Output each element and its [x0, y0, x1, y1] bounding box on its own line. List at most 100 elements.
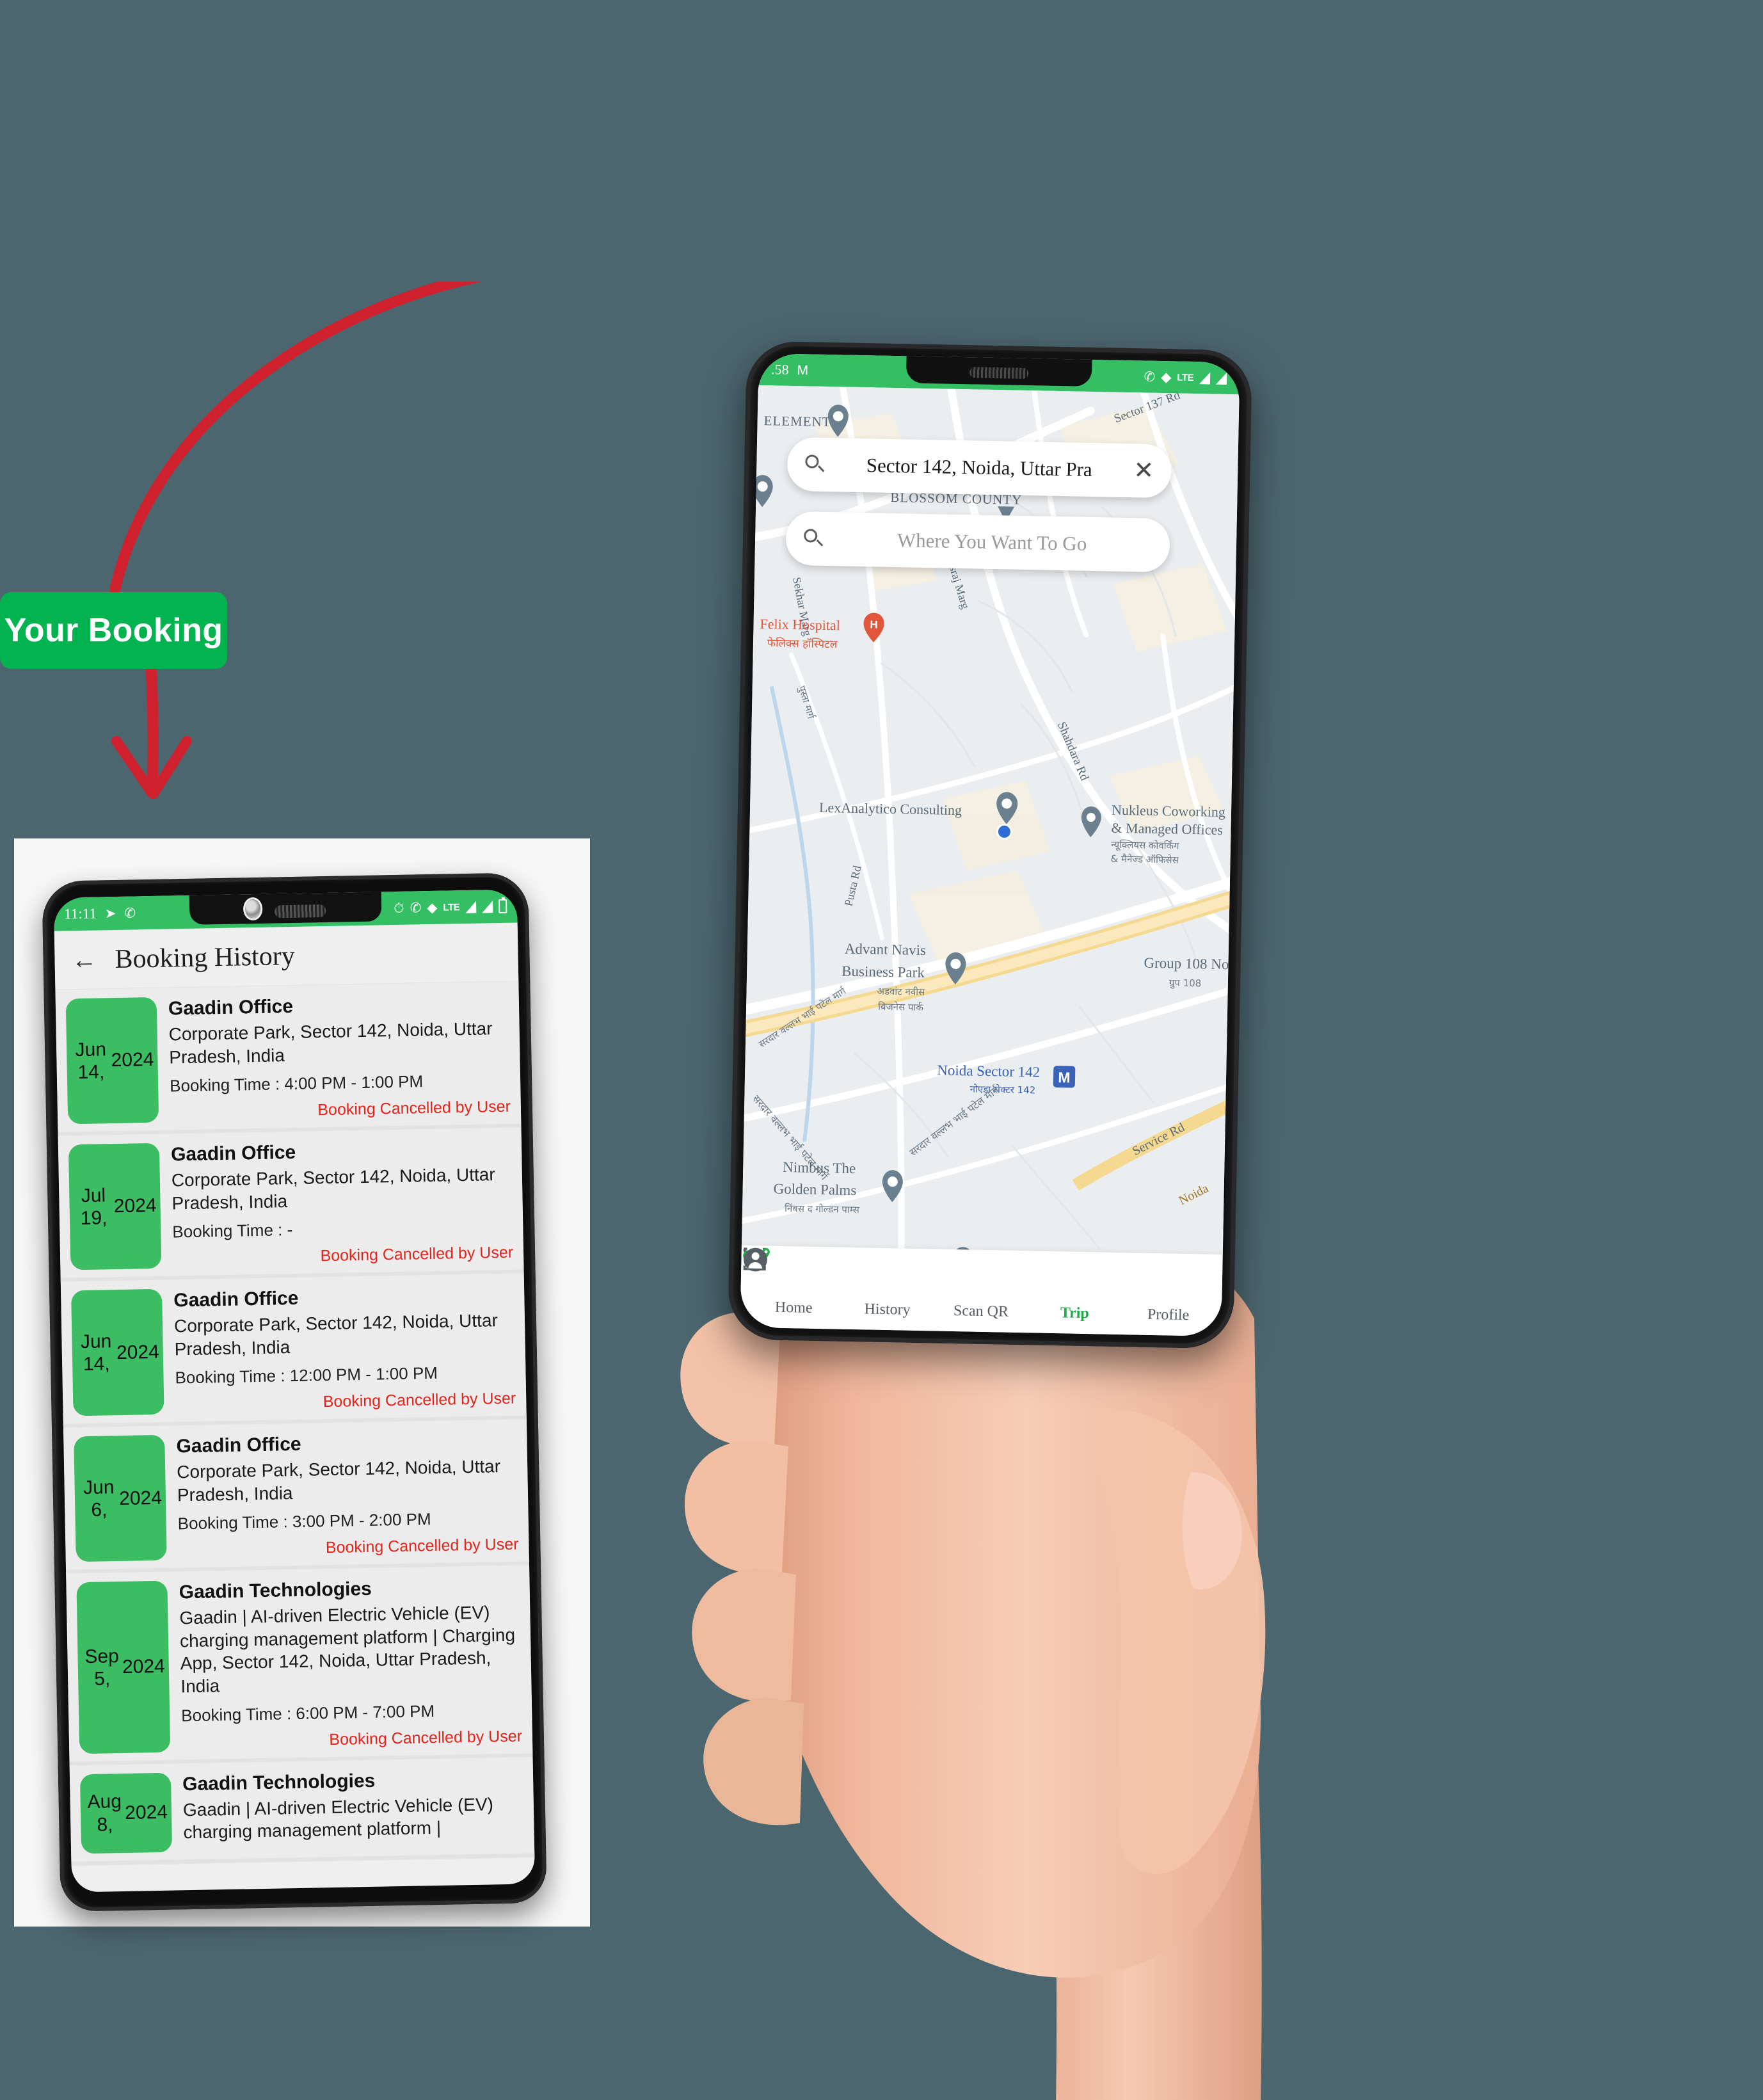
booking-details: Gaadin Technologies Gaadin | AI-driven El… — [182, 1766, 524, 1852]
booking-date: Jun 14, 2024 — [71, 1288, 164, 1416]
route-pin-icon — [743, 1248, 1076, 1301]
booking-date: Jul 19, 2024 — [68, 1142, 162, 1270]
origin-search-input[interactable]: Sector 142, Noida, Uttar Pra — [832, 453, 1127, 482]
svg-text:न्यूक्लियस कोवर्किंग: न्यूक्लियस कोवर्किंग — [1111, 839, 1179, 853]
qr-code-icon — [743, 1247, 982, 1299]
status-badge: Booking Cancelled by User — [320, 1243, 514, 1265]
booking-date: Aug 8, 2024 — [79, 1772, 173, 1854]
booking-card[interactable]: Sep 5, 2024 Gaadin Technologies Gaadin | AI… — [66, 1565, 533, 1766]
signal-bars-icon — [465, 901, 477, 913]
booking-date: Jun 6, 2024 — [74, 1435, 167, 1562]
page-title: Booking History — [115, 941, 296, 974]
svg-text:फेलिक्स हॉस्पिटल: फेलिक्स हॉस्पिटल — [767, 636, 838, 651]
booking-details: Gaadin Office Corporate Park, Sector 142,… — [173, 1283, 516, 1415]
home-icon — [744, 1249, 795, 1295]
clear-icon[interactable]: ✕ — [1133, 457, 1155, 485]
booking-card[interactable]: Jun 6, 2024 Gaadin Office Corporate Park, S… — [63, 1419, 530, 1574]
nav-item-scan-qr[interactable]: Scan QR — [743, 1247, 1025, 1322]
booking-time: Booking Time : - — [172, 1220, 293, 1242]
status-badge: Booking Cancelled by User — [329, 1727, 523, 1749]
destination-search-box[interactable]: Where You Want To Go — [785, 511, 1170, 573]
signal-bars-2-icon — [1215, 372, 1227, 385]
booking-card[interactable]: Aug 8, 2024 Gaadin Technologies Gaadin | AI… — [69, 1756, 535, 1866]
nav-label: Scan QR — [953, 1302, 1009, 1320]
booking-details: Gaadin Office Corporate Park, Sector 142,… — [168, 991, 511, 1123]
svg-text:Felix Hospital: Felix Hospital — [760, 616, 840, 633]
status-badge: Booking Cancelled by User — [325, 1535, 519, 1557]
booking-address: Gaadin | AI-driven Electric Vehicle (EV)… — [179, 1602, 516, 1697]
vibrate-icon: ◆ — [427, 900, 438, 915]
svg-text:Group 108 Noida: Group 108 Noida — [1144, 955, 1239, 973]
call-icon: ✆ — [1144, 369, 1156, 385]
booking-time: Booking Time : 12:00 PM - 1:00 PM — [175, 1363, 438, 1388]
map-canvas[interactable]: ELEMENT Sector 137 Rd BLOSSOM COUNTY Sek… — [740, 385, 1240, 1337]
booking-time: Booking Time : 6:00 PM - 7:00 PM — [180, 1701, 435, 1725]
booking-venue-name: Gaadin Office — [168, 995, 294, 1020]
booking-details: Gaadin Office Corporate Park, Sector 142,… — [171, 1137, 514, 1269]
call-icon: ✆ — [410, 900, 422, 916]
call-muted-icon: ✆ — [124, 905, 136, 921]
svg-text:ग्रुप 108: ग्रुप 108 — [1169, 977, 1202, 990]
status-badge: Booking Cancelled by User — [317, 1097, 511, 1119]
svg-text:बिजनेस पार्क: बिजनेस पार्क — [878, 1001, 924, 1013]
booking-card[interactable]: Jun 14, 2024 Gaadin Office Corporate Park, … — [60, 1273, 527, 1428]
booking-card[interactable]: Jul 19, 2024 Gaadin Office Corporate Park, … — [58, 1127, 524, 1282]
booking-date: Jun 14, 2024 — [65, 997, 159, 1125]
svg-text:ELEMENT: ELEMENT — [763, 413, 831, 429]
nav-item-profile[interactable]: Profile — [744, 1247, 1212, 1325]
nav-label: History — [864, 1301, 911, 1319]
back-button[interactable]: ← — [71, 945, 97, 974]
vibrate-icon: ◆ — [1160, 369, 1172, 385]
destination-search-input[interactable]: Where You Want To Go — [831, 527, 1154, 557]
booking-address: Gaadin | AI-driven Electric Vehicle (EV)… — [182, 1793, 494, 1843]
svg-text:& मैनेज्ड ऑफिसेस: & मैनेज्ड ऑफिसेस — [1110, 853, 1179, 866]
booking-address: Corporate Park, Sector 142, Noida, Uttar… — [176, 1456, 501, 1505]
earpiece-speaker — [969, 367, 1029, 380]
svg-text:M: M — [1058, 1069, 1071, 1086]
map-trip-screen: .58 M ✆ ◆ LTE ELEMENT Sector 137 Rd BLOS… — [740, 353, 1240, 1337]
app-bar: ← Booking History — [54, 922, 519, 990]
booking-venue-name: Gaadin Office — [176, 1434, 301, 1457]
booking-card[interactable]: Jun 14, 2024 Gaadin Office Corporate Park, … — [55, 981, 522, 1136]
booking-list[interactable]: Jun 14, 2024 Gaadin Office Corporate Park, … — [55, 981, 535, 1866]
nav-label: Home — [774, 1299, 813, 1317]
bottom-navigation-bar[interactable]: Home History Scan QR Trip Profile — [740, 1245, 1223, 1337]
nav-label: Profile — [1147, 1306, 1190, 1324]
signal-bars-icon — [1199, 371, 1211, 384]
nav-item-history[interactable]: History — [743, 1247, 931, 1320]
callout-label: Your Booking — [4, 612, 223, 649]
right-phone-device: .58 M ✆ ◆ LTE ELEMENT Sector 137 Rd BLOS… — [728, 341, 1252, 1349]
svg-text:Business Park: Business Park — [842, 963, 925, 981]
notch — [905, 353, 1093, 387]
booking-address: Corporate Park, Sector 142, Noida, Uttar… — [173, 1310, 499, 1359]
search-icon — [802, 527, 825, 550]
booking-venue-name: Gaadin Office — [170, 1141, 296, 1166]
svg-text:Nimbus The: Nimbus The — [783, 1159, 856, 1176]
svg-text:निंबस द गोल्डन पाम्स: निंबस द गोल्डन पाम्स — [785, 1203, 860, 1215]
booking-address: Corporate Park, Sector 142, Noida, Uttar… — [168, 1018, 493, 1068]
svg-text:Noida Sector 142: Noida Sector 142 — [937, 1062, 1040, 1080]
status-time: 11:11 — [64, 905, 97, 922]
nav-label: Trip — [1060, 1304, 1090, 1322]
network-type-label: LTE — [443, 901, 460, 913]
search-icon — [804, 453, 826, 476]
earpiece-speaker — [275, 904, 326, 918]
alarm-icon: ⏱ — [394, 901, 404, 916]
status-badge: Booking Cancelled by User — [323, 1389, 516, 1411]
your-booking-callout: Your Booking — [0, 592, 227, 669]
booking-venue-name: Gaadin Technologies — [179, 1578, 372, 1603]
svg-text:Golden Palms: Golden Palms — [773, 1181, 856, 1198]
svg-text:H: H — [870, 618, 878, 630]
svg-text:& Managed Offices: & Managed Offices — [1111, 820, 1223, 838]
svg-text:Advant Navis: Advant Navis — [845, 941, 927, 958]
booking-address: Corporate Park, Sector 142, Noida, Uttar… — [171, 1164, 495, 1214]
svg-text:अडवांट नवीस: अडवांट नवीस — [877, 986, 925, 998]
front-camera-icon — [244, 899, 261, 919]
nav-item-trip[interactable]: Trip — [743, 1248, 1119, 1323]
svg-text:LexAnalytico Consulting: LexAnalytico Consulting — [819, 799, 962, 818]
network-type-label: LTE — [1177, 371, 1194, 383]
svg-text:Nukleus Coworking: Nukleus Coworking — [1112, 802, 1225, 820]
left-phone-device: 11:11 ➤ ✆ ⏱ ✆ ◆ LTE ← Booking History Ju… — [42, 872, 547, 1912]
origin-search-box[interactable]: Sector 142, Noida, Uttar Pra ✕ — [786, 437, 1172, 499]
screenshot-canvas: Your Booking 11:11 ➤ ✆ ⏱ ✆ ◆ LTE ← Booki… — [0, 0, 1763, 2100]
